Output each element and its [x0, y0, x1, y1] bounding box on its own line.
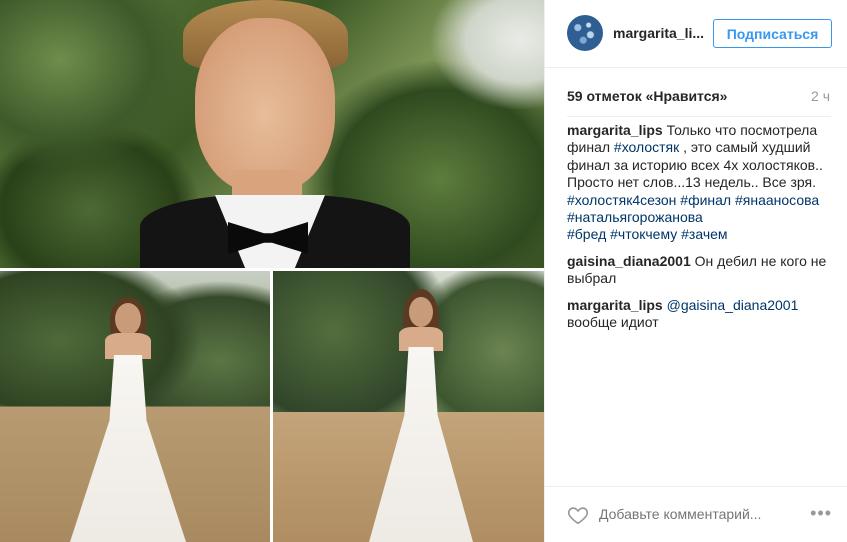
comment-line: финал за историю всех 4х холостяков..: [567, 157, 833, 174]
comment-line: вообще идиот: [567, 314, 833, 331]
comment-username[interactable]: gaisina_diana2001: [567, 253, 691, 269]
heart-icon[interactable]: [567, 504, 589, 526]
avatar[interactable]: [567, 15, 603, 51]
comment-line: #натальягорожанова: [567, 209, 833, 226]
photo-bride-right: [273, 271, 544, 542]
post-time[interactable]: 2 ч: [811, 88, 830, 104]
bride-face: [409, 297, 433, 327]
post-header: margarita_li... Подписаться: [545, 0, 847, 68]
hashtag-link[interactable]: #чтокчему: [610, 226, 677, 242]
comment-text: Просто нет слов...13 недель.. Все зря.: [567, 174, 816, 191]
hashtag-link[interactable]: #финал: [680, 192, 731, 208]
hashtag-link[interactable]: #холостяк: [614, 139, 679, 155]
hashtag-link[interactable]: #бред: [567, 226, 606, 242]
hashtag-link[interactable]: @gaisina_diana2001: [667, 297, 799, 313]
hashtag-link[interactable]: #зачем: [681, 226, 727, 242]
wedding-dress: [369, 347, 473, 542]
post-details-panel: margarita_li... Подписаться 59 отметок «…: [544, 0, 847, 542]
comment-text: выбрал: [567, 270, 617, 287]
comments-list: margarita_lips Только что посмотрела фина…: [567, 122, 833, 340]
comment-line: #бред #чтокчему #зачем: [567, 226, 833, 243]
comment-line: выбрал: [567, 270, 833, 287]
add-comment-bar: •••: [545, 486, 847, 542]
comment-text: финал: [567, 139, 614, 156]
post-image[interactable]: [0, 0, 544, 542]
comment-line: margarita_lips @gaisina_diana2001: [567, 297, 833, 314]
likes-count[interactable]: 59 отметок «Нравится»: [567, 88, 727, 104]
comment-item: margarita_lips @gaisina_diana2001 вообще …: [567, 297, 833, 332]
comment-item: gaisina_diana2001 Он дебил не кого не выб…: [567, 253, 833, 288]
wedding-dress: [70, 355, 186, 542]
comment-line: Просто нет слов...13 недель.. Все зря.: [567, 174, 833, 191]
groom-face: [195, 18, 335, 193]
comment-username[interactable]: margarita_lips: [567, 122, 663, 138]
comment-line: финал #холостяк , это самый худший: [567, 139, 833, 156]
comment-text: , это самый худший: [679, 139, 811, 156]
comment-text: финал за историю всех 4х холостяков..: [567, 156, 823, 173]
divider: [567, 116, 831, 117]
comment-line: #холостяк4сезон #финал #янааносова: [567, 192, 833, 209]
more-options-icon[interactable]: •••: [810, 503, 832, 524]
comment-line: margarita_lips Только что посмотрела: [567, 122, 833, 139]
bride-face: [115, 303, 141, 335]
follow-button[interactable]: Подписаться: [713, 19, 832, 48]
hashtag-link[interactable]: #натальягорожанова: [567, 209, 703, 225]
hashtag-link[interactable]: #холостяк4сезон: [567, 192, 676, 208]
comment-text: Он дебил не кого не: [694, 252, 827, 269]
photo-bride-left: [0, 271, 270, 542]
comment-line: gaisina_diana2001 Он дебил не кого не: [567, 253, 833, 270]
post-username[interactable]: margarita_li...: [613, 25, 704, 41]
photo-groom: [0, 0, 544, 268]
comment-text: вообще идиот: [567, 314, 659, 331]
comment-item: margarita_lips Только что посмотрела фина…: [567, 122, 833, 244]
comment-username[interactable]: margarita_lips: [567, 297, 663, 313]
comment-text: Только что посмотрела: [666, 122, 818, 138]
comment-input[interactable]: [599, 506, 779, 522]
hashtag-link[interactable]: #янааносова: [735, 192, 819, 208]
